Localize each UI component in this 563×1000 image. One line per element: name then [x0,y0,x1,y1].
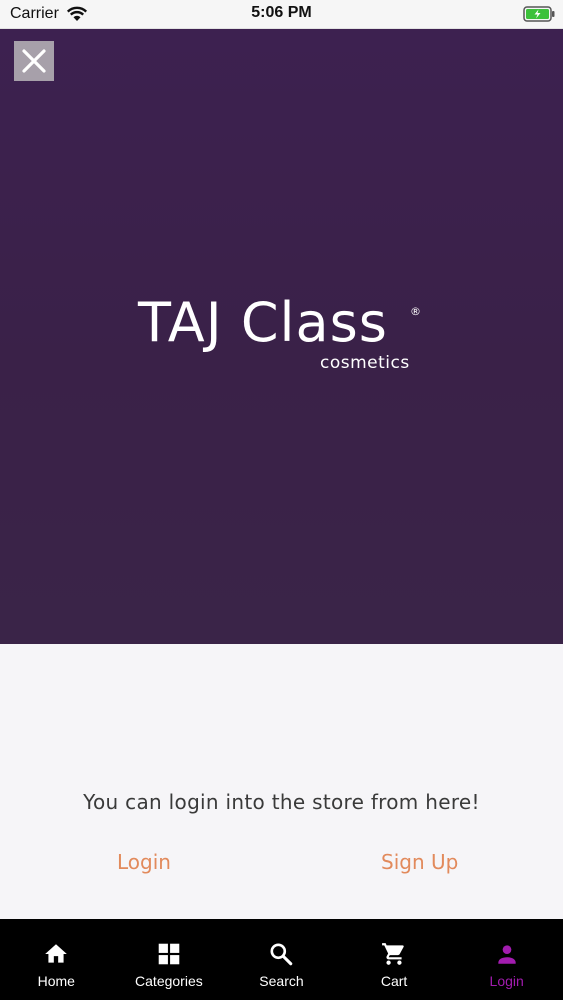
tab-home[interactable]: Home [0,919,113,1000]
tab-categories[interactable]: Categories [113,919,226,1000]
battery-icon [523,6,555,22]
login-message: You can login into the store from here! [83,790,480,814]
tab-label: Home [37,973,75,989]
cart-icon [382,943,404,965]
registered-mark: ® [410,305,421,318]
tab-label: Login [489,973,524,989]
tab-bar: Home Categories Search Cart Login [0,919,563,1000]
search-icon [270,943,293,966]
status-bar: Carrier 5:06 PM [0,0,563,29]
tab-search[interactable]: Search [225,919,338,1000]
brand-logo: TAJ Class ® cosmetics [138,291,428,381]
person-icon [498,945,516,964]
tab-label: Search [259,973,304,989]
tab-label: Categories [135,973,203,989]
brand-name: TAJ Class [138,291,388,354]
brand-tagline: cosmetics [320,353,410,373]
clock: 5:06 PM [251,4,312,21]
hero-banner: TAJ Class ® cosmetics [0,29,563,644]
login-button[interactable]: Login [117,850,171,874]
tab-label: Cart [380,973,408,989]
close-button[interactable] [14,41,54,81]
close-icon [22,49,46,73]
grid-icon [158,943,180,965]
tab-login[interactable]: Login [450,919,563,1000]
home-icon [45,944,68,963]
signup-button[interactable]: Sign Up [381,850,458,874]
tab-cart[interactable]: Cart [338,919,451,1000]
